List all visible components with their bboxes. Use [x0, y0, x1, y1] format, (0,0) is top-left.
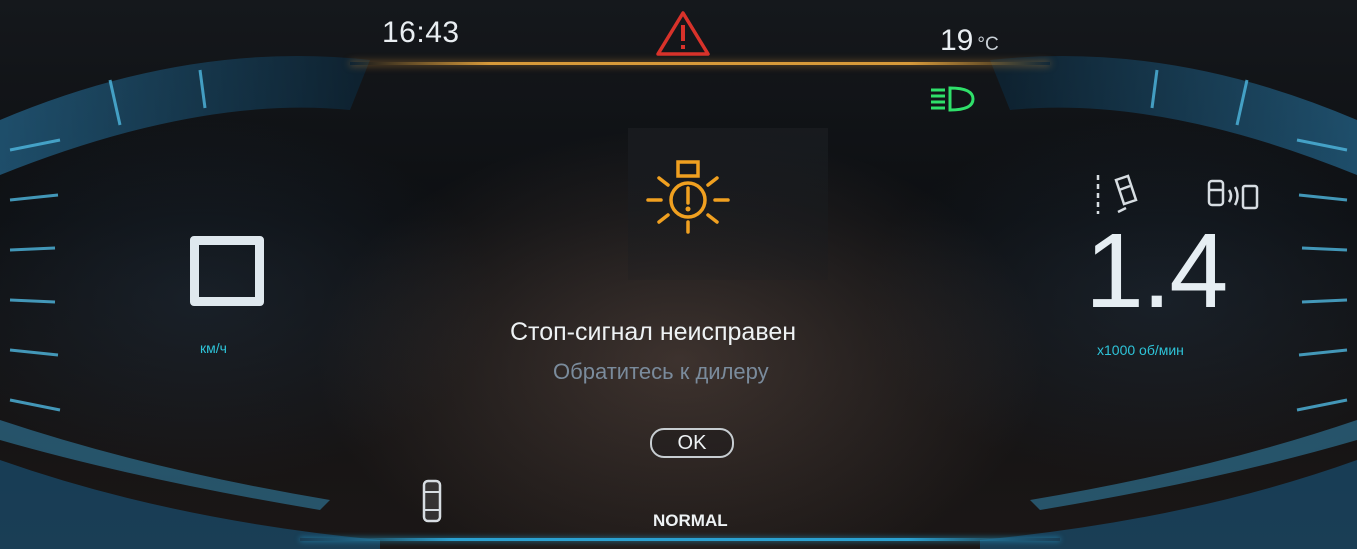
- brake-light-fault-icon: [642, 148, 734, 245]
- alert-title: Стоп-сигнал неисправен: [510, 318, 797, 346]
- clock: 16:43: [382, 16, 460, 49]
- car-door-icon: [421, 478, 443, 529]
- speed-unit: км/ч: [200, 340, 227, 356]
- speed-value-zero-glyph: [190, 236, 264, 306]
- top-divider: [350, 62, 1050, 65]
- low-beam-headlight-icon: [928, 84, 980, 119]
- temperature-unit: °C: [977, 34, 999, 55]
- bottom-divider: [300, 538, 1060, 541]
- instrument-cluster: 16:43 19 °C Стоп-сигнал неисправен Обрат…: [0, 0, 1357, 549]
- rpm-unit: x1000 об/мин: [1097, 342, 1184, 358]
- rpm-value: 1.4: [1085, 212, 1228, 330]
- temperature-value: 19: [940, 24, 974, 57]
- alert-subtitle: Обратитесь к дилеру: [553, 359, 769, 384]
- drive-mode: NORMAL: [653, 511, 728, 530]
- ok-button[interactable]: OK: [650, 428, 734, 458]
- warning-triangle-icon: [655, 9, 711, 62]
- outside-temperature: 19 °C: [940, 24, 999, 58]
